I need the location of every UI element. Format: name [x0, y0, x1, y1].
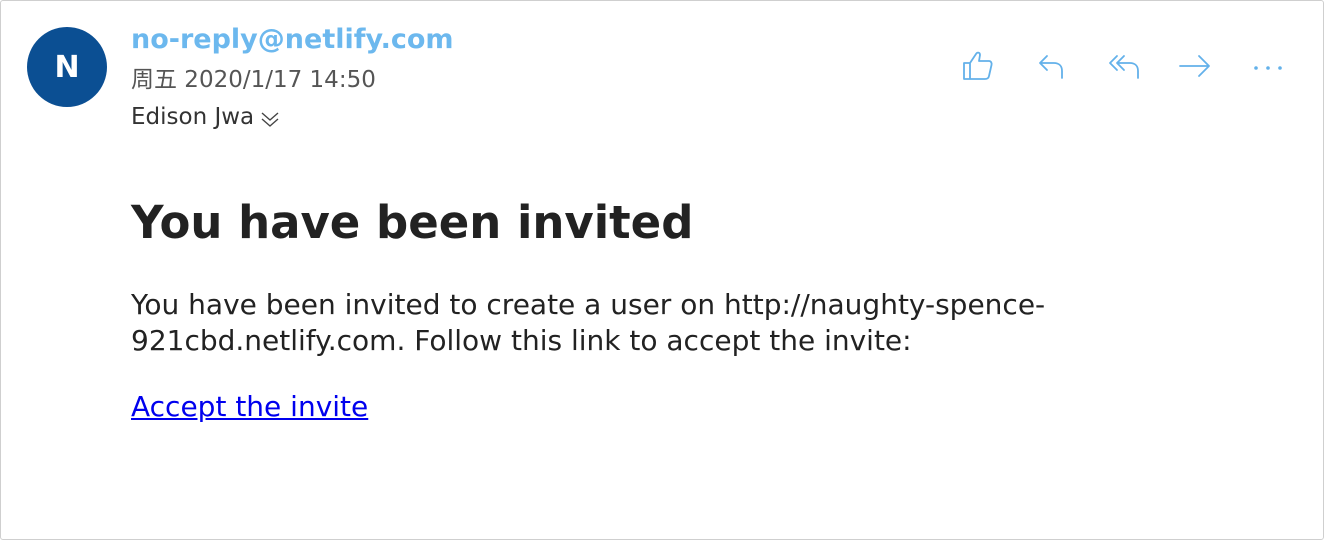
- reply-button[interactable]: [1030, 45, 1072, 87]
- recipient-name: Edison Jwa: [131, 104, 255, 130]
- email-reading-pane: N no-reply@netlify.com 周五 2020/1/17 14:5…: [0, 0, 1324, 540]
- expand-recipients-icon[interactable]: [259, 109, 281, 129]
- more-icon: [1254, 66, 1282, 70]
- recipient-line[interactable]: Edison Jwa: [131, 102, 281, 132]
- sender-address[interactable]: no-reply@netlify.com: [131, 23, 454, 57]
- forward-icon: [1179, 55, 1210, 77]
- thumbs-up-icon: [963, 51, 993, 80]
- reply-all-button[interactable]: [1103, 45, 1145, 87]
- email-paragraph: You have been invited to create a user o…: [131, 287, 1131, 359]
- email-heading: You have been invited: [131, 196, 694, 249]
- message-actions-toolbar: [951, 45, 1291, 87]
- like-button[interactable]: [957, 45, 999, 87]
- accept-invite-link[interactable]: Accept the invite: [131, 389, 368, 425]
- avatar-initial: N: [54, 49, 80, 85]
- reply-icon: [1039, 55, 1063, 79]
- more-actions-button[interactable]: [1247, 45, 1289, 87]
- sender-avatar[interactable]: N: [27, 27, 107, 107]
- message-date: 周五 2020/1/17 14:50: [131, 67, 376, 93]
- forward-button[interactable]: [1174, 45, 1216, 87]
- paragraph-line-2: 921cbd.netlify.com. Follow this link to …: [131, 324, 912, 357]
- reply-all-icon: [1109, 55, 1139, 79]
- paragraph-line-1: You have been invited to create a user o…: [131, 288, 1046, 321]
